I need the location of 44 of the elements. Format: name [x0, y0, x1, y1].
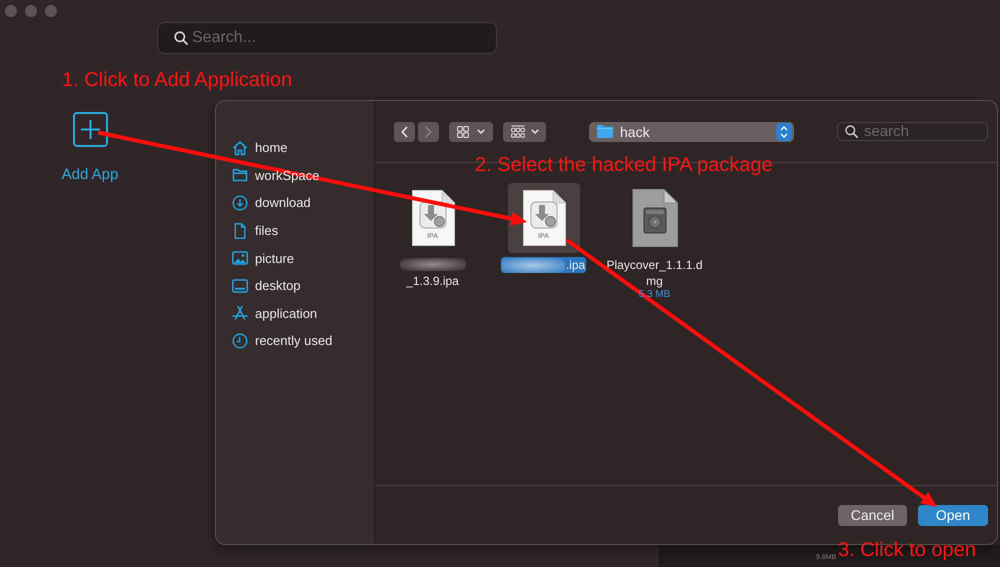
folder-icon: [597, 125, 613, 138]
grid-icon: [457, 126, 469, 138]
back-button[interactable]: [394, 122, 415, 142]
chevron-left-icon: [401, 126, 408, 138]
file-name[interactable]: _1.3.9.ipa: [405, 273, 460, 289]
image-icon: [232, 250, 248, 266]
search-field[interactable]: Search...: [157, 22, 497, 54]
annotation-text: 2. Select the hacked IPA package: [475, 153, 773, 177]
house-icon: [232, 140, 248, 156]
plus-icon: [72, 112, 108, 147]
ipa-document-icon: [522, 190, 566, 246]
search-icon: [174, 31, 188, 45]
letter-a-icon: [232, 305, 248, 322]
search-field[interactable]: search: [837, 122, 988, 141]
sidebar-item[interactable]: download: [216, 189, 374, 217]
caret-icon: [477, 129, 485, 134]
document-icon: [232, 222, 248, 239]
file-name[interactable]: .ipa: [564, 257, 586, 273]
sidebar-item[interactable]: home: [216, 134, 374, 162]
sidebar-item[interactable]: recently used: [216, 327, 374, 355]
add-app-button[interactable]: Add App: [60, 112, 120, 183]
clock-icon: [232, 332, 248, 349]
disk-image-icon: [632, 189, 678, 247]
annotation-text: 1. Click to Add Application: [62, 68, 292, 92]
sidebar-item[interactable]: files: [216, 216, 374, 244]
ipa-document-icon: [410, 190, 454, 246]
grouped-grid-icon: [510, 125, 524, 138]
download-icon: [232, 194, 248, 211]
stepper-icon: [776, 122, 792, 140]
caret-icon: [530, 129, 538, 134]
sidebar-item[interactable]: picture: [216, 244, 374, 272]
folder-icon: [232, 167, 248, 184]
chevron-right-icon: [425, 126, 432, 138]
annotation-text: 3. Click to open: [838, 538, 976, 562]
sidebar-item[interactable]: application: [216, 300, 374, 328]
view-mode-button[interactable]: [449, 122, 493, 142]
screen-icon: [232, 278, 248, 294]
open-button[interactable]: Open: [918, 504, 988, 526]
sidebar-item[interactable]: desktop: [216, 272, 374, 300]
search-icon: [845, 125, 858, 138]
group-button[interactable]: [503, 122, 546, 142]
location-popup[interactable]: hack: [589, 122, 794, 142]
file-name[interactable]: Playcover_1.1.1.d mg: [605, 257, 704, 289]
cancel-button[interactable]: Cancel: [838, 504, 907, 526]
